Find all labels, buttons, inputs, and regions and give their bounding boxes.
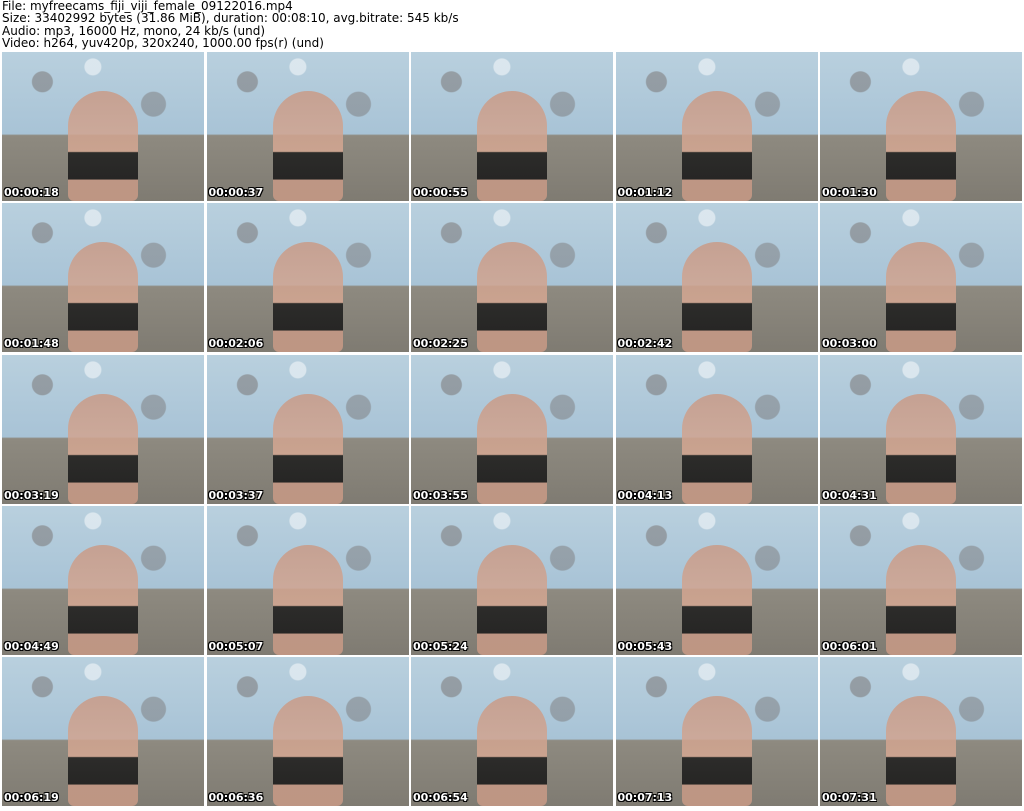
thumbnail-frame: 00:06:19 — [2, 657, 204, 807]
frame-image — [681, 393, 752, 504]
frame-image — [477, 91, 547, 201]
thumbnail-frame: 00:03:55 — [411, 354, 613, 504]
timestamp: 00:00:18 — [4, 186, 59, 199]
frame-image — [477, 696, 547, 807]
timestamp: 00:05:24 — [413, 639, 468, 653]
thumbnail-frame: 00:07:13 — [615, 657, 818, 807]
frame-image — [886, 696, 956, 807]
frame-image — [68, 393, 138, 504]
timestamp: 00:03:55 — [413, 488, 468, 502]
timestamp: 00:03:00 — [822, 337, 877, 351]
frame-image — [681, 91, 752, 201]
thumbnail-frame: 00:05:07 — [206, 505, 409, 655]
thumbnail-frame: 00:04:31 — [820, 354, 1022, 504]
frame-image — [681, 544, 752, 655]
frame-image — [886, 393, 956, 504]
thumbnail-frame: 00:03:00 — [820, 203, 1022, 353]
timestamp: 00:01:30 — [822, 186, 877, 199]
frame-image — [68, 544, 138, 655]
timestamp: 00:01:12 — [617, 186, 673, 199]
thumbnail-frame: 00:01:30 — [820, 52, 1022, 201]
thumbnail-frame: 00:00:55 — [411, 52, 613, 201]
thumbnail-frame: 00:06:36 — [206, 657, 409, 807]
frame-image — [68, 696, 138, 807]
timestamp: 00:03:19 — [4, 488, 59, 502]
frame-image — [681, 696, 752, 807]
frame-image — [68, 242, 138, 353]
timestamp: 00:02:25 — [413, 337, 468, 351]
thumbnail-frame: 00:05:24 — [411, 505, 613, 655]
timestamp: 00:03:37 — [208, 488, 264, 502]
frame-image — [681, 242, 752, 353]
frame-image — [272, 242, 343, 353]
timestamp: 00:05:07 — [208, 639, 264, 653]
thumbnail-frame: 00:05:43 — [615, 505, 818, 655]
thumbnail-frame: 00:02:42 — [615, 203, 818, 353]
thumbnail-frame: 00:03:37 — [206, 354, 409, 504]
file-size: Size: 33402992 bytes (31.86 MiB), durati… — [2, 11, 459, 26]
timestamp: 00:06:19 — [4, 791, 59, 805]
video-info: Video: h264, yuv420p, 320x240, 1000.00 f… — [2, 35, 324, 50]
timestamp: 00:00:55 — [413, 186, 468, 199]
timestamp: 00:07:31 — [822, 791, 877, 805]
frame-image — [272, 696, 343, 807]
frame-image — [886, 242, 956, 353]
frame-image — [477, 393, 547, 504]
timestamp: 00:01:48 — [4, 337, 59, 351]
frame-image — [477, 242, 547, 353]
timestamp: 00:00:37 — [208, 186, 264, 199]
thumbnail-frame: 00:06:54 — [411, 657, 613, 807]
frame-image — [272, 393, 343, 504]
thumbnail-frame: 00:00:18 — [2, 52, 204, 201]
thumbnail-frame: 00:02:25 — [411, 203, 613, 353]
frame-image — [272, 544, 343, 655]
timestamp: 00:06:54 — [413, 791, 468, 805]
frame-image — [886, 544, 956, 655]
timestamp: 00:02:06 — [208, 337, 264, 351]
timestamp: 00:04:13 — [617, 488, 673, 502]
thumbnail-frame: 00:07:31 — [820, 657, 1022, 807]
thumbnail-frame: 00:03:19 — [2, 354, 204, 504]
frame-image — [68, 91, 138, 201]
frame-image — [886, 91, 956, 201]
frame-image — [477, 544, 547, 655]
thumbnail-grid: 00:00:18 00:00:37 00:00:55 00:01:12 00:01:30… — [2, 52, 1022, 807]
frame-image — [272, 91, 343, 201]
timestamp: 00:04:31 — [822, 488, 877, 502]
timestamp: 00:06:36 — [208, 791, 264, 805]
timestamp: 00:04:49 — [4, 639, 59, 653]
timestamp: 00:07:13 — [617, 791, 673, 805]
thumbnail-frame: 00:04:49 — [2, 505, 204, 655]
thumbnail-frame: 00:02:06 — [206, 203, 409, 353]
thumbnail-frame: 00:01:48 — [2, 203, 204, 353]
timestamp: 00:02:42 — [617, 337, 673, 351]
thumbnail-frame: 00:00:37 — [206, 52, 409, 201]
timestamp: 00:05:43 — [617, 639, 673, 653]
thumbnail-frame: 00:06:01 — [820, 505, 1022, 655]
file-info-header: File: myfreecams_fiji_viji_female_091220… — [2, 0, 459, 49]
thumbnail-frame: 00:04:13 — [615, 354, 818, 504]
thumbnail-frame: 00:01:12 — [615, 52, 818, 201]
timestamp: 00:06:01 — [822, 639, 877, 653]
